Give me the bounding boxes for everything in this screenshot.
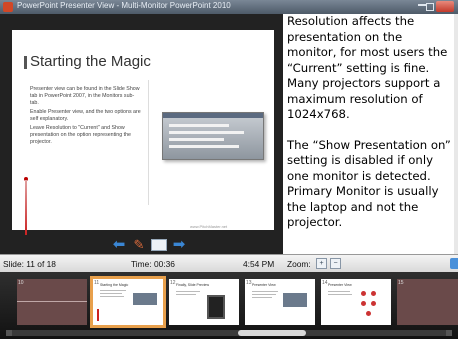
notes-paragraph: Resolution affects the presentation on t… <box>287 14 448 121</box>
slide-accent-line <box>25 180 27 235</box>
expand-panel-button[interactable] <box>450 258 458 269</box>
title-bar: PowerPoint Presenter View - Multi-Monito… <box>0 0 458 14</box>
magnifier-plus-icon: + <box>319 260 324 267</box>
slide-body-paragraph: Leave Resolution to "Current" and Show p… <box>30 125 132 145</box>
slide-screenshot-image <box>162 112 264 160</box>
notes-paragraph: The “Show Presentation on” setting is di… <box>287 137 451 230</box>
speaker-notes-pane[interactable]: Resolution affects the presentation on t… <box>283 14 458 254</box>
magnifier-minus-icon: − <box>333 260 338 267</box>
slide-thumbnail-number: 14 <box>322 280 328 286</box>
previous-slide-button[interactable]: ⬅ <box>110 236 128 254</box>
slide-title: Starting the Magic <box>30 53 151 70</box>
presenter-view-window: PowerPoint Presenter View - Multi-Monito… <box>0 0 458 339</box>
slide-body-paragraph: Presenter view can be found in the Slide… <box>30 86 140 106</box>
slide-title-accent <box>24 56 27 69</box>
slide-thumbnail-number: 10 <box>18 280 24 286</box>
slide-divider <box>148 80 149 205</box>
slide-body: Presenter view can be found in the Slide… <box>30 86 142 148</box>
window-controls <box>414 1 454 12</box>
clock: 4:54 PM <box>243 259 275 269</box>
filmstrip-scroll-thumb[interactable] <box>238 330 306 336</box>
pen-tool-button[interactable]: ✎ <box>130 236 148 254</box>
zoom-out-button[interactable]: − <box>330 258 341 269</box>
screen-options-button[interactable] <box>150 236 168 254</box>
current-slide-panel: Starting the Magic Presenter view can be… <box>0 14 283 254</box>
elapsed-timer[interactable]: Time: 00:36 <box>131 259 175 269</box>
slide-thumbnail-number: 12 <box>170 280 176 286</box>
arrow-left-icon: ⬅ <box>112 236 126 253</box>
slide-thumbnail[interactable]: 12 Finally, Slide Preview <box>169 279 239 325</box>
powerpoint-app-icon <box>3 2 13 12</box>
slide-thumbnail[interactable]: 10 <box>17 279 87 325</box>
minimize-icon[interactable] <box>418 4 426 6</box>
slide-navigation-controls: ⬅ ✎ ➡ <box>110 236 190 254</box>
slide-thumbnail[interactable]: 15 <box>397 279 458 325</box>
slide-footer: www.PitchMaster.net <box>190 224 228 229</box>
filmstrip-scrollbar[interactable] <box>6 330 452 336</box>
current-slide[interactable]: Starting the Magic Presenter view can be… <box>12 30 274 235</box>
zoom-label: Zoom: <box>287 259 311 269</box>
slide-filmstrip: 10 11 Starting the Magic 12 Finally, Sli… <box>0 272 458 339</box>
next-slide-button[interactable]: ➡ <box>170 236 188 254</box>
slide-thumbnail-current[interactable]: 11 Starting the Magic <box>93 279 163 325</box>
window-title: PowerPoint Presenter View - Multi-Monito… <box>17 1 231 10</box>
slide-thumbnail-number: 11 <box>94 280 100 286</box>
notes-scrollbar[interactable] <box>454 14 458 254</box>
slide-thumbnail[interactable]: 14 Presenter View <box>321 279 391 325</box>
maximize-icon[interactable] <box>426 3 434 11</box>
slide-thumbnail-title: Finally, Slide Preview <box>176 283 210 287</box>
slide-thumbnail-title: Starting the Magic <box>100 283 129 287</box>
arrow-right-icon: ➡ <box>172 236 186 253</box>
slide-thumbnail-title: Presenter View <box>252 283 276 287</box>
slide-thumbnail-title: Presenter View <box>328 283 352 287</box>
slide-counter: Slide: 11 of 18 <box>3 259 56 269</box>
close-button[interactable] <box>436 1 454 12</box>
scroll-right-icon[interactable] <box>446 330 452 336</box>
screen-icon <box>151 239 167 251</box>
scroll-left-icon[interactable] <box>6 330 12 336</box>
slide-thumbnail-number: 13 <box>246 280 252 286</box>
status-bar: Slide: 11 of 18 Time: 00:36 4:54 PM Zoom… <box>0 254 458 273</box>
slide-thumbnail-number: 15 <box>398 280 404 286</box>
slide-body-paragraph: Enable Presenter view, and the two optio… <box>30 109 141 122</box>
zoom-in-button[interactable]: + <box>316 258 327 269</box>
slide-thumbnail[interactable]: 13 Presenter View <box>245 279 315 325</box>
pen-icon: ✎ <box>133 237 145 252</box>
